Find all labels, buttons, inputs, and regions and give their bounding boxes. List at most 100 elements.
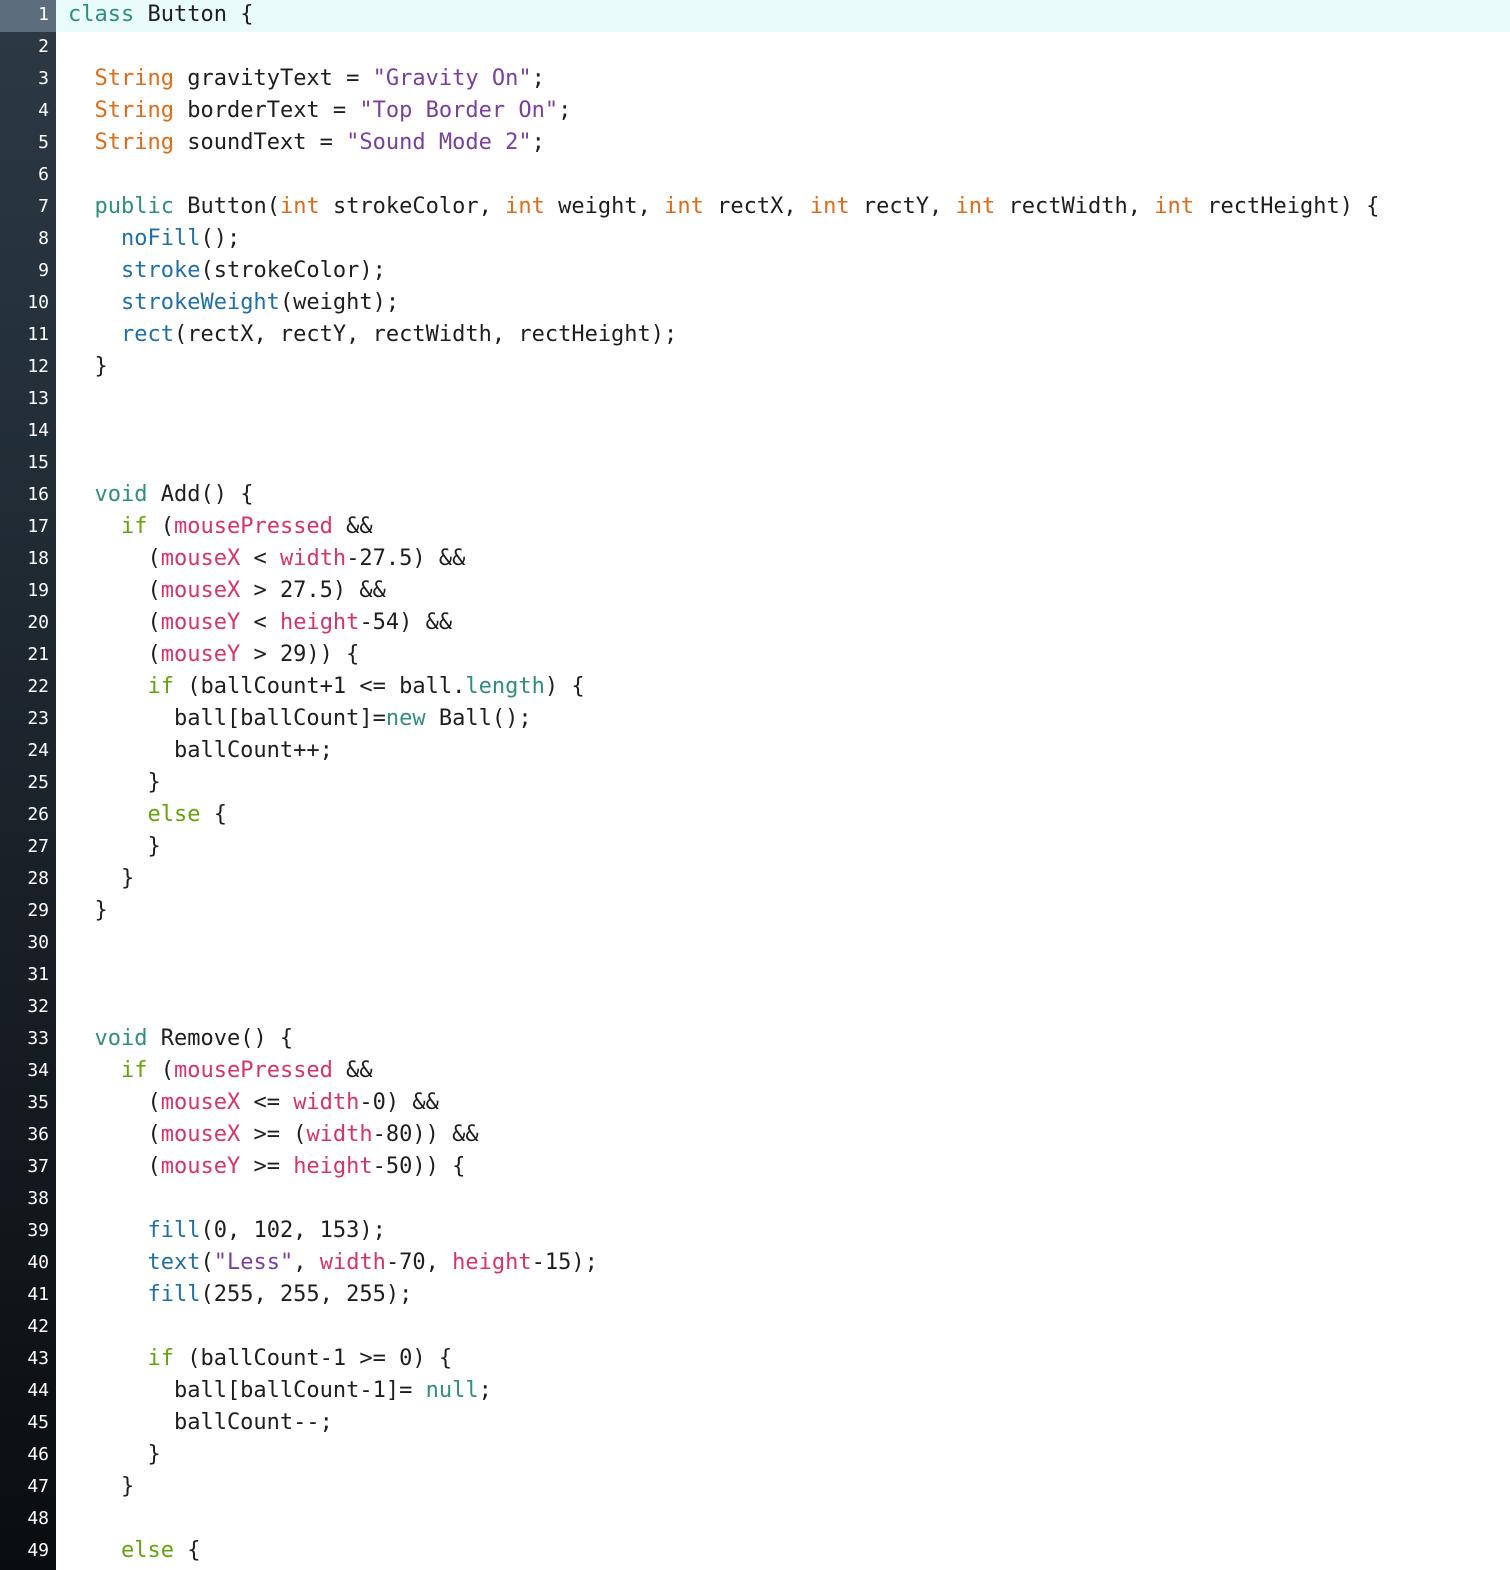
- line-text[interactable]: text("Less", width-70, height-15);: [68, 1248, 597, 1280]
- line-text[interactable]: }: [68, 1440, 160, 1472]
- code-line[interactable]: 41 fill(255, 255, 255);: [0, 1280, 1510, 1312]
- line-text[interactable]: stroke(strokeColor);: [68, 256, 386, 288]
- code-token: "Less": [213, 1250, 294, 1275]
- line-text[interactable]: fill(255, 255, 255);: [68, 1280, 412, 1312]
- line-text[interactable]: }: [68, 896, 107, 928]
- line-text[interactable]: String borderText = "Top Border On";: [68, 96, 572, 128]
- code-line[interactable]: 6: [0, 160, 1510, 192]
- line-text[interactable]: }: [68, 1472, 134, 1504]
- code-line[interactable]: 9 stroke(strokeColor);: [0, 256, 1510, 288]
- code-line[interactable]: 30: [0, 928, 1510, 960]
- code-line[interactable]: 11 rect(rectX, rectY, rectWidth, rectHei…: [0, 320, 1510, 352]
- code-line[interactable]: 18 (mouseX < width-27.5) &&: [0, 544, 1510, 576]
- code-line[interactable]: 15: [0, 448, 1510, 480]
- code-line[interactable]: 29 }: [0, 896, 1510, 928]
- code-line[interactable]: 47 }: [0, 1472, 1510, 1504]
- code-line[interactable]: 12 }: [0, 352, 1510, 384]
- line-text[interactable]: ball[ballCount-1]= null;: [68, 1376, 492, 1408]
- line-text[interactable]: String gravityText = "Gravity On";: [68, 64, 545, 96]
- line-number: 6: [38, 164, 49, 185]
- line-text[interactable]: (mouseX < width-27.5) &&: [68, 544, 465, 576]
- line-number: 15: [27, 452, 49, 473]
- code-token: (rectX, rectY, rectWidth, rectHeight);: [173, 322, 678, 347]
- code-line[interactable]: 36 (mouseX >= (width-80)) &&: [0, 1120, 1510, 1152]
- code-line[interactable]: 33 void Remove() {: [0, 1024, 1510, 1056]
- code-editor[interactable]: 1 class Button {2 3 String gravityText = "…: [0, 0, 1510, 1570]
- code-line[interactable]: 44 ball[ballCount-1]= null;: [0, 1376, 1510, 1408]
- code-line[interactable]: 17 if (mousePressed &&: [0, 512, 1510, 544]
- line-text[interactable]: (mouseX <= width-0) &&: [68, 1088, 438, 1120]
- code-line[interactable]: 5 String soundText = "Sound Mode 2";: [0, 128, 1510, 160]
- code-line[interactable]: 38: [0, 1184, 1510, 1216]
- code-line[interactable]: 2: [0, 32, 1510, 64]
- line-text[interactable]: }: [68, 864, 134, 896]
- line-text[interactable]: }: [68, 352, 107, 384]
- line-text[interactable]: if (ballCount+1 <= ball.length) {: [68, 672, 584, 704]
- code-line[interactable]: 37 (mouseY >= height-50)) {: [0, 1152, 1510, 1184]
- line-text[interactable]: ball[ballCount]=new Ball();: [68, 704, 532, 736]
- code-line[interactable]: 42: [0, 1312, 1510, 1344]
- code-line[interactable]: 45 ballCount--;: [0, 1408, 1510, 1440]
- line-text[interactable]: (mouseY < height-54) &&: [68, 608, 452, 640]
- code-line[interactable]: 43 if (ballCount-1 >= 0) {: [0, 1344, 1510, 1376]
- line-text[interactable]: if (mousePressed &&: [68, 1056, 373, 1088]
- line-text[interactable]: rect(rectX, rectY, rectWidth, rectHeight…: [68, 320, 677, 352]
- code-line[interactable]: 22 if (ballCount+1 <= ball.length) {: [0, 672, 1510, 704]
- code-line[interactable]: 20 (mouseY < height-54) &&: [0, 608, 1510, 640]
- code-token: {: [173, 1538, 201, 1563]
- code-line[interactable]: 3 String gravityText = "Gravity On";: [0, 64, 1510, 96]
- code-line[interactable]: 21 (mouseY > 29)) {: [0, 640, 1510, 672]
- code-line[interactable]: 7 public Button(int strokeColor, int wei…: [0, 192, 1510, 224]
- code-line[interactable]: 39 fill(0, 102, 153);: [0, 1216, 1510, 1248]
- line-text[interactable]: (mouseX >= (width-80)) &&: [68, 1120, 478, 1152]
- code-line[interactable]: 23 ball[ballCount]=new Ball();: [0, 704, 1510, 736]
- code-token: }: [68, 1474, 135, 1499]
- code-line[interactable]: 19 (mouseX > 27.5) &&: [0, 576, 1510, 608]
- line-text[interactable]: void Remove() {: [68, 1024, 294, 1056]
- code-line[interactable]: 26 else {: [0, 800, 1510, 832]
- line-text[interactable]: noFill();: [68, 224, 240, 256]
- code-line[interactable]: 46 }: [0, 1440, 1510, 1472]
- line-text[interactable]: fill(0, 102, 153);: [68, 1216, 385, 1248]
- code-line[interactable]: 40 text("Less", width-70, height-15);: [0, 1248, 1510, 1280]
- code-line[interactable]: 14: [0, 416, 1510, 448]
- line-text[interactable]: ballCount++;: [68, 736, 333, 768]
- code-line[interactable]: 35 (mouseX <= width-0) &&: [0, 1088, 1510, 1120]
- line-text[interactable]: if (mousePressed &&: [68, 512, 373, 544]
- code-line[interactable]: 25 }: [0, 768, 1510, 800]
- line-text[interactable]: }: [68, 832, 160, 864]
- line-number: 7: [38, 196, 49, 217]
- line-text[interactable]: (mouseY > 29)) {: [68, 640, 359, 672]
- code-line[interactable]: 31: [0, 960, 1510, 992]
- line-text[interactable]: else {: [68, 800, 226, 832]
- code-line[interactable]: 13: [0, 384, 1510, 416]
- line-text[interactable]: (mouseY >= height-50)) {: [68, 1152, 465, 1184]
- code-line[interactable]: 34 if (mousePressed &&: [0, 1056, 1510, 1088]
- code-line[interactable]: 32: [0, 992, 1510, 1024]
- line-text[interactable]: (mouseX > 27.5) &&: [68, 576, 385, 608]
- code-line[interactable]: 27 }: [0, 832, 1510, 864]
- code-area[interactable]: 1 class Button {2 3 String gravityText = "…: [0, 0, 1510, 1568]
- line-text[interactable]: public Button(int strokeColor, int weigh…: [68, 192, 1380, 224]
- code-line[interactable]: 16 void Add() {: [0, 480, 1510, 512]
- line-text[interactable]: void Add() {: [68, 480, 254, 512]
- code-line[interactable]: 4 String borderText = "Top Border On";: [0, 96, 1510, 128]
- code-line[interactable]: 28 }: [0, 864, 1510, 896]
- code-line[interactable]: 8 noFill();: [0, 224, 1510, 256]
- code-line[interactable]: 10 strokeWeight(weight);: [0, 288, 1510, 320]
- line-text[interactable]: strokeWeight(weight);: [68, 288, 399, 320]
- line-text[interactable]: if (ballCount-1 >= 0) {: [68, 1344, 452, 1376]
- code-line[interactable]: 24 ballCount++;: [0, 736, 1510, 768]
- line-text[interactable]: }: [68, 768, 160, 800]
- code-line[interactable]: 49 else {: [0, 1536, 1510, 1568]
- line-text[interactable]: class Button {: [68, 0, 253, 32]
- line-number: 19: [27, 580, 49, 601]
- line-text[interactable]: ballCount--;: [68, 1408, 333, 1440]
- line-text[interactable]: String soundText = "Sound Mode 2";: [68, 128, 545, 160]
- line-text[interactable]: else {: [68, 1536, 200, 1568]
- code-line[interactable]: 48: [0, 1504, 1510, 1536]
- code-line[interactable]: 1 class Button {: [0, 0, 1510, 32]
